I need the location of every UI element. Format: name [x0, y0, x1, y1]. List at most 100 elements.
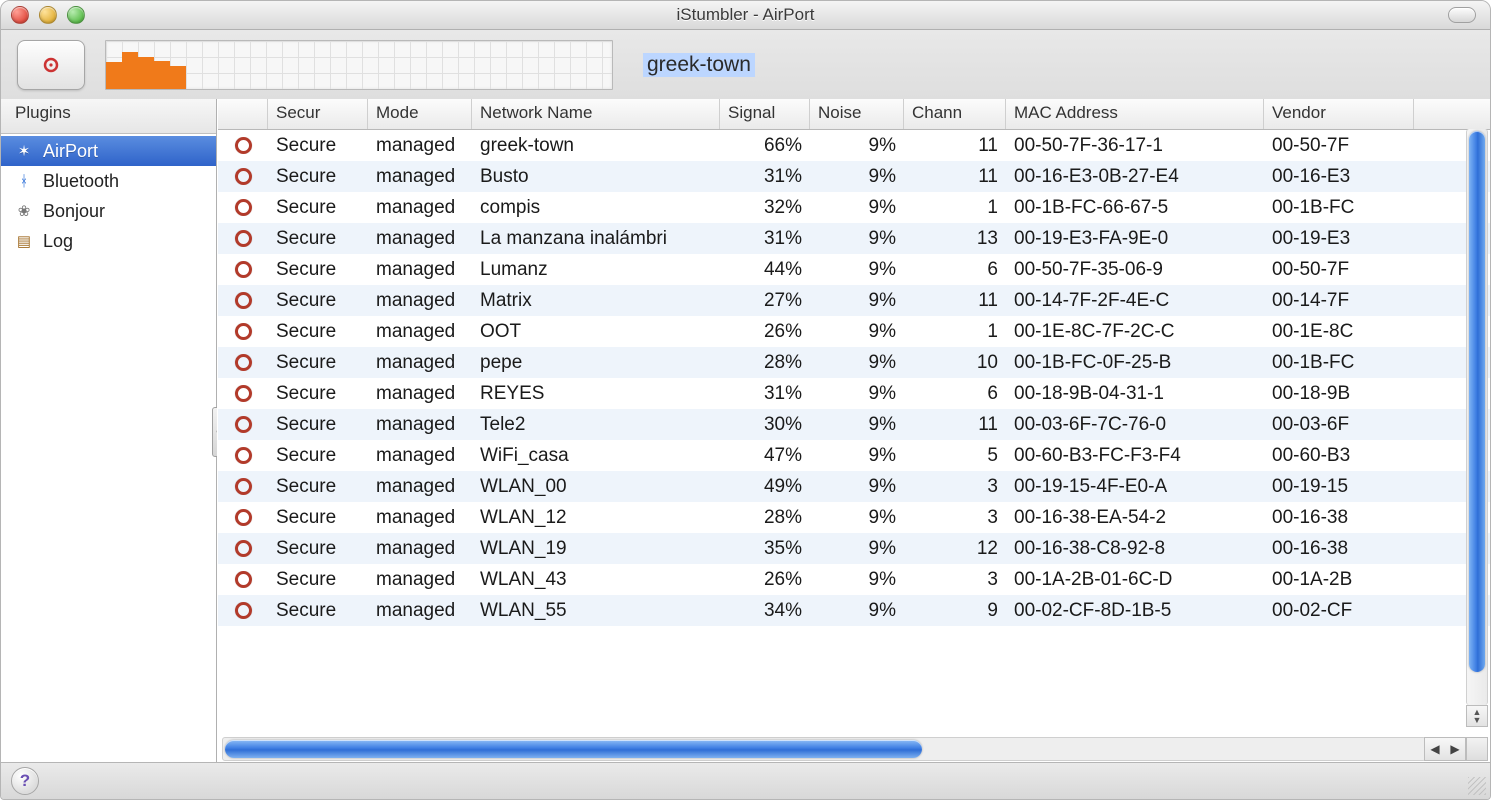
column-header-chann[interactable]: Chann [904, 99, 1006, 129]
cell-vendor: 00-1B-FC [1264, 352, 1414, 374]
column-header-signal[interactable]: Signal [720, 99, 810, 129]
cell-name: REYES [472, 383, 720, 405]
network-status-icon [218, 571, 268, 588]
cell-mode: managed [368, 352, 472, 374]
window-title: iStumbler - AirPort [1, 5, 1490, 25]
graph-bar [122, 52, 138, 89]
cell-mac: 00-60-B3-FC-F3-F4 [1006, 445, 1264, 467]
cell-vendor: 00-14-7F [1264, 290, 1414, 312]
cell-signal: 49% [720, 476, 810, 498]
cell-signal: 47% [720, 445, 810, 467]
cell-noise: 9% [810, 445, 904, 467]
horizontal-scroll-steppers[interactable]: ◀▶ [1424, 737, 1466, 761]
cell-noise: 9% [810, 569, 904, 591]
cell-signal: 26% [720, 321, 810, 343]
cell-vendor: 00-1E-8C [1264, 321, 1414, 343]
cell-secure: Secure [268, 600, 368, 622]
sidebar-item-bonjour[interactable]: ❀Bonjour [1, 196, 216, 226]
column-header-secure[interactable]: Secur [268, 99, 368, 129]
cell-channel: 11 [904, 135, 1006, 157]
table-row[interactable]: SecuremanagedWiFi_casa47%9%500-60-B3-FC-… [218, 440, 1490, 471]
cell-name: WLAN_43 [472, 569, 720, 591]
network-status-icon [218, 292, 268, 309]
selected-network-name[interactable]: greek-town [643, 53, 755, 77]
cell-secure: Secure [268, 383, 368, 405]
cell-signal: 31% [720, 228, 810, 250]
sidebar-item-label: Bluetooth [43, 171, 119, 192]
column-header-mac[interactable]: MAC Address [1006, 99, 1264, 129]
table-row[interactable]: SecuremanagedOOT26%9%100-1E-8C-7F-2C-C00… [218, 316, 1490, 347]
table-row[interactable]: Securemanagedpepe28%9%1000-1B-FC-0F-25-B… [218, 347, 1490, 378]
cell-name: WiFi_casa [472, 445, 720, 467]
scan-button[interactable] [17, 40, 85, 90]
cell-secure: Secure [268, 166, 368, 188]
table-header-row: Secur Mode Network Name Signal Noise Cha… [218, 99, 1490, 130]
cell-vendor: 00-18-9B [1264, 383, 1414, 405]
column-header-vendor[interactable]: Vendor [1264, 99, 1414, 129]
table-row[interactable]: SecuremanagedWLAN_4326%9%300-1A-2B-01-6C… [218, 564, 1490, 595]
cell-secure: Secure [268, 135, 368, 157]
table-row[interactable]: SecuremanagedBusto31%9%1100-16-E3-0B-27-… [218, 161, 1490, 192]
resize-handle[interactable] [1468, 777, 1486, 795]
help-button[interactable]: ? [11, 767, 39, 795]
status-bar: ? [1, 762, 1490, 799]
column-header-noise[interactable]: Noise [810, 99, 904, 129]
cell-noise: 9% [810, 135, 904, 157]
cell-channel: 10 [904, 352, 1006, 374]
table-row[interactable]: SecuremanagedREYES31%9%600-18-9B-04-31-1… [218, 378, 1490, 409]
cell-signal: 66% [720, 135, 810, 157]
cell-vendor: 00-1B-FC [1264, 197, 1414, 219]
cell-vendor: 00-50-7F [1264, 135, 1414, 157]
cell-secure: Secure [268, 290, 368, 312]
cell-mode: managed [368, 569, 472, 591]
sidebar-item-airport[interactable]: ✶AirPort [1, 136, 216, 166]
vertical-scroll-steppers[interactable]: ▲▼ [1466, 705, 1488, 727]
vertical-scroll-thumb[interactable] [1469, 131, 1485, 672]
cell-mac: 00-02-CF-8D-1B-5 [1006, 600, 1264, 622]
minimize-window-button[interactable] [39, 6, 57, 24]
table-row[interactable]: Securemanagedgreek-town66%9%1100-50-7F-3… [218, 130, 1490, 161]
column-header-icon[interactable] [218, 99, 268, 129]
cell-noise: 9% [810, 166, 904, 188]
toolbar-toggle-button[interactable] [1448, 7, 1476, 23]
close-window-button[interactable] [11, 6, 29, 24]
cell-mode: managed [368, 414, 472, 436]
cell-vendor: 00-50-7F [1264, 259, 1414, 281]
zoom-window-button[interactable] [67, 6, 85, 24]
cell-signal: 44% [720, 259, 810, 281]
cell-channel: 13 [904, 228, 1006, 250]
sidebar-item-bluetooth[interactable]: ᚼBluetooth [1, 166, 216, 196]
table-row[interactable]: SecuremanagedLa manzana inalámbri31%9%13… [218, 223, 1490, 254]
cell-mac: 00-16-E3-0B-27-E4 [1006, 166, 1264, 188]
column-header-name[interactable]: Network Name [472, 99, 720, 129]
horizontal-scrollbar[interactable] [222, 737, 1426, 761]
cell-channel: 3 [904, 507, 1006, 529]
cell-vendor: 00-16-38 [1264, 538, 1414, 560]
table-row[interactable]: SecuremanagedMatrix27%9%1100-14-7F-2F-4E… [218, 285, 1490, 316]
graph-bar [106, 62, 122, 89]
graph-bar [170, 66, 186, 89]
cell-channel: 11 [904, 166, 1006, 188]
table-row[interactable]: SecuremanagedLumanz44%9%600-50-7F-35-06-… [218, 254, 1490, 285]
sidebar-header: Plugins [1, 99, 216, 134]
cell-mode: managed [368, 538, 472, 560]
cell-channel: 5 [904, 445, 1006, 467]
table-row[interactable]: Securemanagedcompis32%9%100-1B-FC-66-67-… [218, 192, 1490, 223]
table-row[interactable]: SecuremanagedWLAN_0049%9%300-19-15-4F-E0… [218, 471, 1490, 502]
cell-mode: managed [368, 259, 472, 281]
table-row[interactable]: SecuremanagedWLAN_5534%9%900-02-CF-8D-1B… [218, 595, 1490, 626]
horizontal-scroll-thumb[interactable] [225, 740, 922, 758]
vertical-scrollbar[interactable] [1466, 129, 1488, 705]
column-header-mode[interactable]: Mode [368, 99, 472, 129]
table-row[interactable]: SecuremanagedWLAN_1935%9%1200-16-38-C8-9… [218, 533, 1490, 564]
cell-mode: managed [368, 600, 472, 622]
cell-mode: managed [368, 228, 472, 250]
cell-mode: managed [368, 197, 472, 219]
table-row[interactable]: SecuremanagedWLAN_1228%9%300-16-38-EA-54… [218, 502, 1490, 533]
titlebar[interactable]: iStumbler - AirPort [1, 1, 1490, 30]
sidebar-item-log[interactable]: ▤Log [1, 226, 216, 256]
network-status-icon [218, 354, 268, 371]
cell-secure: Secure [268, 507, 368, 529]
network-status-icon [218, 230, 268, 247]
table-row[interactable]: SecuremanagedTele230%9%1100-03-6F-7C-76-… [218, 409, 1490, 440]
